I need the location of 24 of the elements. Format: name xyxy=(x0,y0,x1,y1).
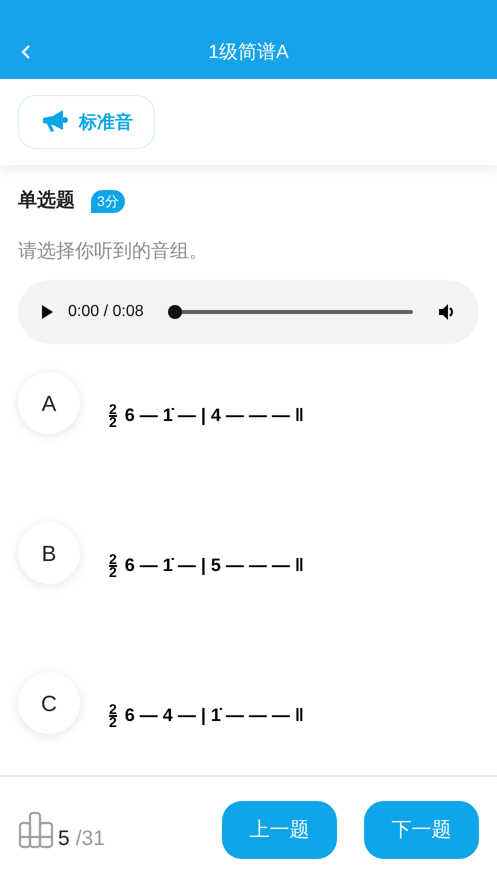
time-signature-bottom: 2 xyxy=(109,716,117,728)
total-questions: /31 xyxy=(76,828,105,849)
audio-time: 0:00 / 0:08 xyxy=(68,302,144,322)
score-badge: 3分 xyxy=(91,190,125,213)
notation-text: 6 — 1̇ — | 5 — — — ‖ xyxy=(124,554,304,577)
option-button[interactable]: B xyxy=(18,522,80,584)
page-title: 1级简谱A xyxy=(208,40,289,64)
question-type: 单选题 xyxy=(18,189,75,213)
notation-text: 6 — 4 — | 1̇ — — — ‖ xyxy=(124,704,304,727)
question-prompt: 请选择你听到的音组。 xyxy=(18,240,209,264)
play-icon[interactable] xyxy=(40,304,54,320)
time-signature-bottom: 2 xyxy=(109,416,117,428)
time-signature-top: 2 xyxy=(109,554,117,566)
time-signature-top: 2 xyxy=(109,404,117,416)
back-icon xyxy=(21,45,31,59)
books-icon xyxy=(18,811,56,849)
audio-progress-thumb[interactable] xyxy=(168,305,182,319)
option-button[interactable]: A xyxy=(18,372,80,434)
audio-progress-slider[interactable] xyxy=(168,305,413,319)
current-question: 5 xyxy=(58,828,70,849)
notation-text: 6 — 1̇ — | 4 — — — ‖ xyxy=(124,404,304,427)
option-button[interactable]: C xyxy=(18,672,80,734)
time-signature-top: 2 xyxy=(109,704,117,716)
time-signature-bottom: 2 xyxy=(109,566,117,578)
